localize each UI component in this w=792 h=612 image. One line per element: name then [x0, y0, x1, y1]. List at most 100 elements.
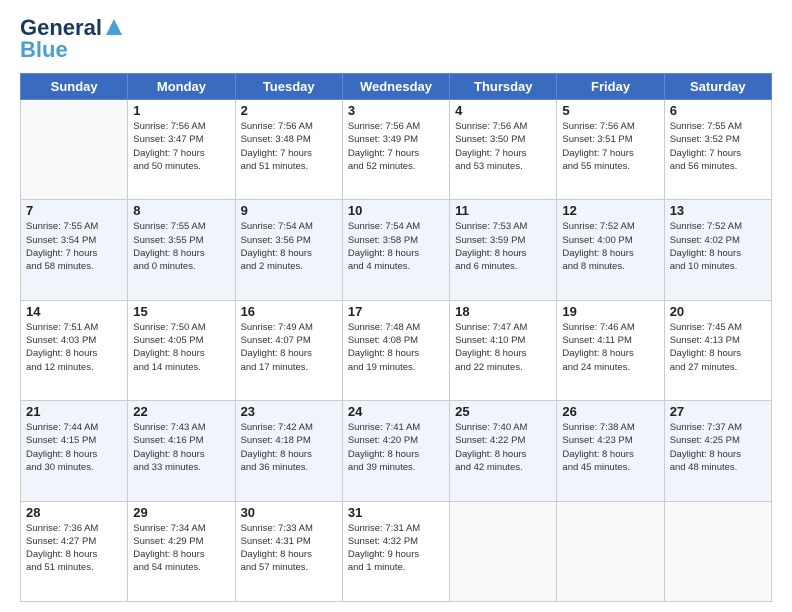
day-number: 20: [670, 304, 766, 319]
day-info: Sunrise: 7:37 AM Sunset: 4:25 PM Dayligh…: [670, 421, 766, 474]
calendar-cell: 18 Sunrise: 7:47 AM Sunset: 4:10 PM Dayli…: [450, 300, 557, 400]
day-number: 17: [348, 304, 444, 319]
day-number: 27: [670, 404, 766, 419]
day-info: Sunrise: 7:49 AM Sunset: 4:07 PM Dayligh…: [241, 321, 337, 374]
calendar-cell: 9Sunrise: 7:54 AM Sunset: 3:56 PM Daylig…: [235, 200, 342, 300]
day-info: Sunrise: 7:56 AM Sunset: 3:48 PM Dayligh…: [241, 120, 337, 173]
day-info: Sunrise: 7:55 AM Sunset: 3:54 PM Dayligh…: [26, 220, 122, 273]
calendar-cell: [557, 501, 664, 601]
day-header: Thursday: [450, 74, 557, 100]
calendar-cell: 24 Sunrise: 7:41 AM Sunset: 4:20 PM Dayli…: [342, 401, 449, 501]
calendar-cell: 16 Sunrise: 7:49 AM Sunset: 4:07 PM Dayli…: [235, 300, 342, 400]
day-info: Sunrise: 7:48 AM Sunset: 4:08 PM Dayligh…: [348, 321, 444, 374]
day-header: Friday: [557, 74, 664, 100]
calendar-week-row: 7Sunrise: 7:55 AM Sunset: 3:54 PM Daylig…: [21, 200, 772, 300]
day-number: 13: [670, 203, 766, 218]
day-info: Sunrise: 7:41 AM Sunset: 4:20 PM Dayligh…: [348, 421, 444, 474]
day-info: Sunrise: 7:36 AM Sunset: 4:27 PM Dayligh…: [26, 522, 122, 575]
calendar-cell: [664, 501, 771, 601]
calendar-cell: 5 Sunrise: 7:56 AM Sunset: 3:51 PM Daylig…: [557, 100, 664, 200]
calendar-cell: 10 Sunrise: 7:54 AM Sunset: 3:58 PM Dayli…: [342, 200, 449, 300]
calendar-cell: 15 Sunrise: 7:50 AM Sunset: 4:05 PM Dayli…: [128, 300, 235, 400]
logo: General Blue: [20, 16, 123, 63]
calendar-cell: 25Sunrise: 7:40 AM Sunset: 4:22 PM Dayli…: [450, 401, 557, 501]
calendar-cell: 1 Sunrise: 7:56 AM Sunset: 3:47 PM Daylig…: [128, 100, 235, 200]
day-number: 6: [670, 103, 766, 118]
day-number: 21: [26, 404, 122, 419]
day-header: Saturday: [664, 74, 771, 100]
day-info: Sunrise: 7:54 AM Sunset: 3:58 PM Dayligh…: [348, 220, 444, 273]
page: General Blue SundayMondayTuesdayWednesda…: [0, 0, 792, 612]
day-number: 2: [241, 103, 337, 118]
calendar-cell: 26 Sunrise: 7:38 AM Sunset: 4:23 PM Dayli…: [557, 401, 664, 501]
day-info: Sunrise: 7:55 AM Sunset: 3:55 PM Dayligh…: [133, 220, 229, 273]
day-info: Sunrise: 7:34 AM Sunset: 4:29 PM Dayligh…: [133, 522, 229, 575]
calendar-cell: 31Sunrise: 7:31 AM Sunset: 4:32 PM Dayli…: [342, 501, 449, 601]
day-number: 5: [562, 103, 658, 118]
day-info: Sunrise: 7:55 AM Sunset: 3:52 PM Dayligh…: [670, 120, 766, 173]
calendar-week-row: 28Sunrise: 7:36 AM Sunset: 4:27 PM Dayli…: [21, 501, 772, 601]
day-number: 30: [241, 505, 337, 520]
day-info: Sunrise: 7:33 AM Sunset: 4:31 PM Dayligh…: [241, 522, 337, 575]
day-number: 19: [562, 304, 658, 319]
day-info: Sunrise: 7:46 AM Sunset: 4:11 PM Dayligh…: [562, 321, 658, 374]
day-info: Sunrise: 7:53 AM Sunset: 3:59 PM Dayligh…: [455, 220, 551, 273]
calendar-cell: 3 Sunrise: 7:56 AM Sunset: 3:49 PM Daylig…: [342, 100, 449, 200]
calendar-table: SundayMondayTuesdayWednesdayThursdayFrid…: [20, 73, 772, 602]
calendar-cell: 6 Sunrise: 7:55 AM Sunset: 3:52 PM Daylig…: [664, 100, 771, 200]
day-number: 24: [348, 404, 444, 419]
header: General Blue: [20, 16, 772, 63]
calendar-cell: 4 Sunrise: 7:56 AM Sunset: 3:50 PM Daylig…: [450, 100, 557, 200]
day-number: 1: [133, 103, 229, 118]
day-info: Sunrise: 7:56 AM Sunset: 3:50 PM Dayligh…: [455, 120, 551, 173]
calendar-cell: 13 Sunrise: 7:52 AM Sunset: 4:02 PM Dayli…: [664, 200, 771, 300]
calendar-cell: 7Sunrise: 7:55 AM Sunset: 3:54 PM Daylig…: [21, 200, 128, 300]
calendar-week-row: 21 Sunrise: 7:44 AM Sunset: 4:15 PM Dayli…: [21, 401, 772, 501]
day-info: Sunrise: 7:38 AM Sunset: 4:23 PM Dayligh…: [562, 421, 658, 474]
day-number: 16: [241, 304, 337, 319]
day-info: Sunrise: 7:43 AM Sunset: 4:16 PM Dayligh…: [133, 421, 229, 474]
day-header: Tuesday: [235, 74, 342, 100]
day-number: 25: [455, 404, 551, 419]
calendar-cell: 12Sunrise: 7:52 AM Sunset: 4:00 PM Dayli…: [557, 200, 664, 300]
day-info: Sunrise: 7:56 AM Sunset: 3:49 PM Dayligh…: [348, 120, 444, 173]
calendar-cell: [450, 501, 557, 601]
calendar-cell: 23Sunrise: 7:42 AM Sunset: 4:18 PM Dayli…: [235, 401, 342, 501]
calendar-cell: 20 Sunrise: 7:45 AM Sunset: 4:13 PM Dayli…: [664, 300, 771, 400]
day-info: Sunrise: 7:56 AM Sunset: 3:51 PM Dayligh…: [562, 120, 658, 173]
day-number: 10: [348, 203, 444, 218]
day-info: Sunrise: 7:31 AM Sunset: 4:32 PM Dayligh…: [348, 522, 444, 575]
calendar-cell: 27 Sunrise: 7:37 AM Sunset: 4:25 PM Dayli…: [664, 401, 771, 501]
day-info: Sunrise: 7:56 AM Sunset: 3:47 PM Dayligh…: [133, 120, 229, 173]
day-number: 3: [348, 103, 444, 118]
day-number: 29: [133, 505, 229, 520]
calendar-cell: 2 Sunrise: 7:56 AM Sunset: 3:48 PM Daylig…: [235, 100, 342, 200]
day-info: Sunrise: 7:44 AM Sunset: 4:15 PM Dayligh…: [26, 421, 122, 474]
day-info: Sunrise: 7:45 AM Sunset: 4:13 PM Dayligh…: [670, 321, 766, 374]
day-info: Sunrise: 7:51 AM Sunset: 4:03 PM Dayligh…: [26, 321, 122, 374]
calendar-week-row: 14Sunrise: 7:51 AM Sunset: 4:03 PM Dayli…: [21, 300, 772, 400]
day-number: 18: [455, 304, 551, 319]
day-number: 15: [133, 304, 229, 319]
calendar-cell: 8Sunrise: 7:55 AM Sunset: 3:55 PM Daylig…: [128, 200, 235, 300]
calendar-cell: 19 Sunrise: 7:46 AM Sunset: 4:11 PM Dayli…: [557, 300, 664, 400]
day-info: Sunrise: 7:52 AM Sunset: 4:02 PM Dayligh…: [670, 220, 766, 273]
calendar-cell: 28Sunrise: 7:36 AM Sunset: 4:27 PM Dayli…: [21, 501, 128, 601]
logo-blue: Blue: [20, 37, 68, 63]
calendar-cell: 21 Sunrise: 7:44 AM Sunset: 4:15 PM Dayli…: [21, 401, 128, 501]
day-number: 11: [455, 203, 551, 218]
day-number: 4: [455, 103, 551, 118]
day-number: 26: [562, 404, 658, 419]
day-number: 9: [241, 203, 337, 218]
calendar-cell: 29 Sunrise: 7:34 AM Sunset: 4:29 PM Dayli…: [128, 501, 235, 601]
calendar-cell: 17 Sunrise: 7:48 AM Sunset: 4:08 PM Dayli…: [342, 300, 449, 400]
day-info: Sunrise: 7:50 AM Sunset: 4:05 PM Dayligh…: [133, 321, 229, 374]
day-header: Sunday: [21, 74, 128, 100]
logo-triangle-icon: [105, 18, 123, 41]
day-info: Sunrise: 7:47 AM Sunset: 4:10 PM Dayligh…: [455, 321, 551, 374]
calendar-cell: 22Sunrise: 7:43 AM Sunset: 4:16 PM Dayli…: [128, 401, 235, 501]
calendar-cell: 14Sunrise: 7:51 AM Sunset: 4:03 PM Dayli…: [21, 300, 128, 400]
day-info: Sunrise: 7:42 AM Sunset: 4:18 PM Dayligh…: [241, 421, 337, 474]
day-info: Sunrise: 7:52 AM Sunset: 4:00 PM Dayligh…: [562, 220, 658, 273]
calendar-cell: [21, 100, 128, 200]
